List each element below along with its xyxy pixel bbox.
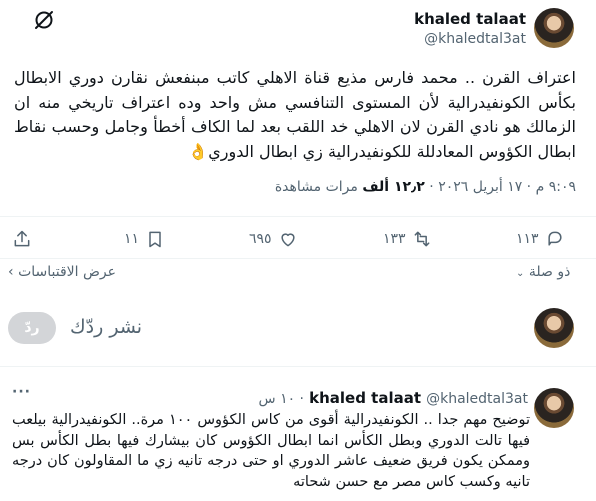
- relevance-label: ذو صلة: [528, 264, 571, 280]
- bookmark-icon: [149, 231, 161, 248]
- heart-icon: [280, 233, 295, 247]
- like-action[interactable]: ٦٩٥: [249, 229, 298, 249]
- views-label: مرات مشاهدة: [274, 179, 358, 195]
- divider: [0, 216, 596, 217]
- view-quotes-label: عرض الاقتباسات: [18, 264, 116, 280]
- user-avatar[interactable]: [534, 308, 574, 348]
- divider: [0, 258, 596, 259]
- reply-header: khaled talaat @khaledtal3at · ١٠ س: [258, 389, 528, 407]
- views-count: ١٢٫٢ ألف: [362, 179, 425, 195]
- reply-icon: [547, 231, 562, 246]
- chevron-down-icon: ⌄: [516, 268, 525, 279]
- reply-time[interactable]: ١٠ س: [259, 391, 296, 407]
- tweet-time[interactable]: ٩:٠٩ م: [536, 179, 576, 195]
- chevron-left-icon: ‹: [8, 264, 14, 280]
- reply-avatar[interactable]: [534, 388, 574, 428]
- share-icon: [14, 230, 30, 247]
- share-action[interactable]: [12, 229, 32, 249]
- bookmark-action[interactable]: ١١: [124, 229, 165, 249]
- tweet-date[interactable]: ١٧ أبريل ٢٠٢٦: [438, 179, 522, 195]
- tweet-meta: ٩:٠٩ م · ١٧ أبريل ٢٠٢٦ · ١٢٫٢ ألف مرات م…: [274, 179, 576, 195]
- view-quotes-link[interactable]: ‹ عرض الاقتباسات: [8, 264, 116, 280]
- reply-text: توضيح مهم جدا .. الكونفيدرالية أقوى من ك…: [12, 412, 530, 490]
- bookmark-count: ١١: [124, 231, 140, 247]
- reply-author-name[interactable]: khaled talaat: [309, 389, 421, 407]
- tweet-text: اعتراف القرن .. محمد فارس مذيع قناة الاه…: [14, 68, 576, 161]
- reply-author-handle[interactable]: @khaledtal3at: [426, 391, 528, 407]
- like-count: ٦٩٥: [249, 231, 272, 247]
- author-handle[interactable]: @khaledtal3at: [424, 31, 526, 47]
- reply-action[interactable]: ١١٣: [516, 229, 565, 249]
- divider: [0, 366, 596, 367]
- grok-icon[interactable]: [32, 8, 56, 32]
- retweet-icon: [414, 231, 429, 247]
- retweet-action[interactable]: ١٣٣: [383, 229, 432, 249]
- relevance-sort[interactable]: ⌄ ذو صلة: [516, 264, 570, 280]
- reply-count: ١١٣: [516, 231, 539, 247]
- reply-input[interactable]: نشر ردّك: [70, 316, 142, 338]
- author-name[interactable]: khaled talaat: [414, 10, 526, 28]
- retweet-count: ١٣٣: [383, 231, 406, 247]
- more-options-icon[interactable]: ···: [12, 384, 31, 400]
- author-avatar[interactable]: [534, 8, 574, 48]
- reply-submit-button[interactable]: ردّ: [8, 312, 56, 344]
